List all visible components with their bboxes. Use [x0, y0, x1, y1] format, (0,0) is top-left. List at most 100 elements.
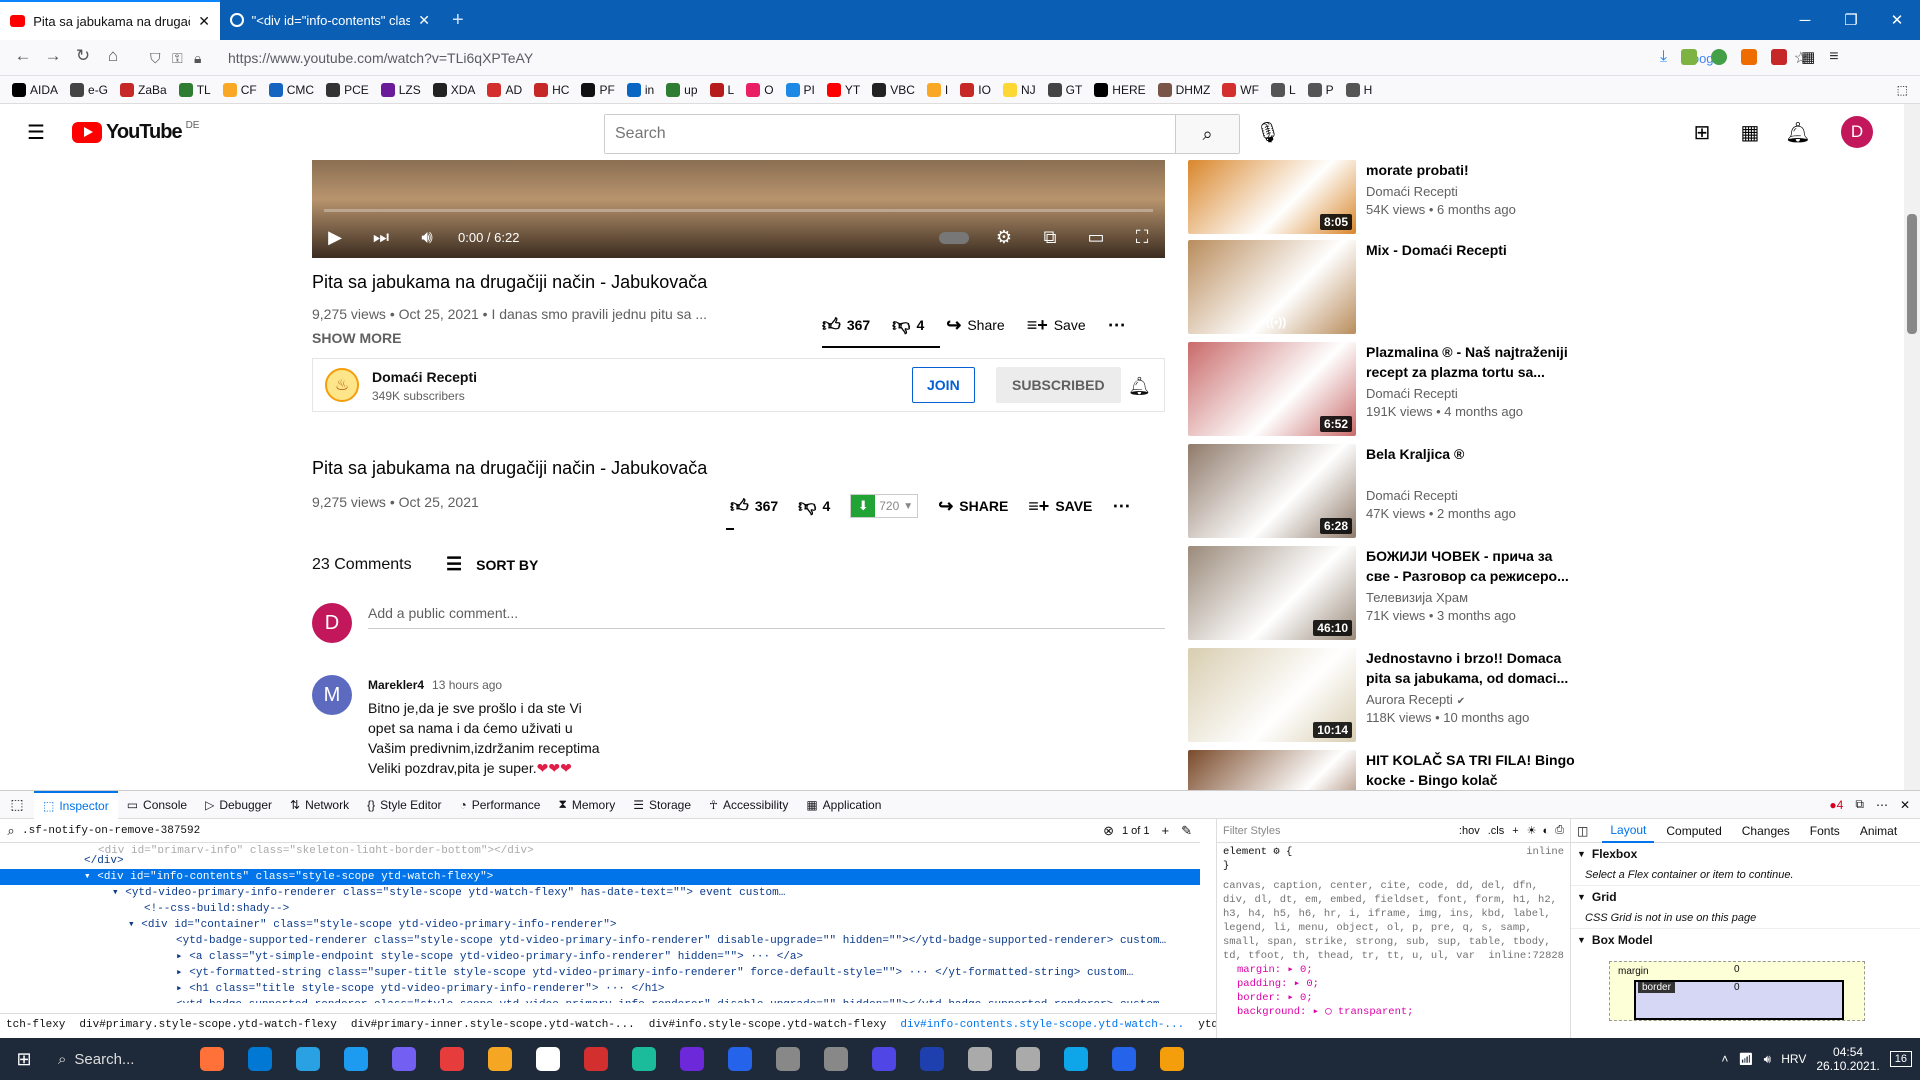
- bookmark-item[interactable]: PCE: [326, 82, 369, 97]
- recommended-title[interactable]: БОЖИЈИ ЧОВЕК - прича за све - Разговор с…: [1366, 546, 1576, 586]
- share-button[interactable]: ↪ Share: [946, 315, 1004, 336]
- markup-node[interactable]: <div id="primary-info" class="skeleton-l…: [0, 843, 1200, 853]
- bookmark-item[interactable]: AD: [487, 82, 522, 97]
- bookmark-item[interactable]: O: [746, 82, 774, 97]
- recommended-video[interactable]: 6:28 Bela Kraljica ® Domaći Recepti 47K vie…: [1188, 444, 1588, 538]
- recommended-channel[interactable]: Телевизија Храм: [1366, 590, 1468, 605]
- more-actions-icon[interactable]: ⋯: [1112, 496, 1130, 517]
- extension-icon[interactable]: [1741, 49, 1758, 65]
- devtools-tab[interactable]: ☰ Storage: [624, 791, 700, 819]
- layout-tab[interactable]: Fonts: [1802, 819, 1848, 843]
- bookmark-item[interactable]: up: [666, 82, 698, 97]
- channel-avatar[interactable]: ♨: [325, 368, 359, 402]
- close-tab-icon[interactable]: ✕: [198, 13, 210, 30]
- dislike-button[interactable]: 👎︎ 4: [892, 314, 924, 336]
- extensions-grid-icon[interactable]: ▦: [1801, 48, 1815, 66]
- devtools-tab[interactable]: ◔ Performance: [450, 791, 549, 819]
- recommended-video[interactable]: 10:14 Jednostavno i brzo!! Domaca pita sa…: [1188, 648, 1588, 742]
- recommended-title[interactable]: Bela Kraljica ®: [1366, 444, 1576, 464]
- next-icon[interactable]: ⏭︎: [358, 227, 404, 248]
- video-player[interactable]: ▶ ⏭︎ 🔊︎ 0:00 / 6:22 ⚙ ⧉ ▭ ⛶: [312, 160, 1165, 258]
- bookmark-item[interactable]: GT: [1047, 82, 1082, 97]
- windows-start-icon[interactable]: ⊞: [0, 1038, 48, 1080]
- rule-source[interactable]: inline:72828: [1488, 949, 1564, 963]
- breadcrumb-item[interactable]: tch-flexy: [6, 1017, 65, 1033]
- close-window-button[interactable]: ✕: [1874, 11, 1920, 29]
- bookmark-item[interactable]: in: [626, 82, 654, 97]
- bookmark-item[interactable]: CF: [222, 82, 257, 97]
- bookmark-item[interactable]: PI: [785, 82, 815, 97]
- layout-tab[interactable]: Computed: [1658, 819, 1729, 843]
- bookmark-item[interactable]: XDA: [432, 82, 475, 97]
- chevron-down-icon[interactable]: ▼: [903, 501, 917, 512]
- taskbar-app-icon[interactable]: [572, 1038, 620, 1080]
- breadcrumb-item[interactable]: div#info.style-scope.ytd-watch-flexy: [649, 1017, 887, 1033]
- taskbar-app-icon[interactable]: [716, 1038, 764, 1080]
- recommended-channel[interactable]: Domaći Recepti: [1366, 488, 1458, 503]
- url-bar[interactable]: ⛉ ⚿ 🔒︎ https://www.youtube.com/watch?v=T…: [150, 44, 1830, 72]
- network-icon[interactable]: 📶︎: [1738, 1052, 1753, 1066]
- markup-node[interactable]: <ytd-badge-supported-renderer class="sty…: [0, 997, 1200, 1003]
- bookmark-item[interactable]: DHMZ: [1157, 82, 1210, 97]
- like-button[interactable]: 👍︎ 367: [822, 314, 870, 336]
- bookmark-item[interactable]: CMC: [268, 82, 314, 97]
- share-button[interactable]: ↪ SHARE: [938, 496, 1008, 517]
- volume-icon[interactable]: 🔊︎: [1764, 1052, 1772, 1067]
- channel-name[interactable]: Domaći Recepti: [372, 369, 477, 385]
- dislike-button[interactable]: 👎︎ 4: [798, 495, 830, 517]
- bookmark-item[interactable]: TL: [178, 82, 211, 97]
- bookmark-item[interactable]: WF: [1222, 82, 1259, 97]
- youtube-logo[interactable]: YouTube DE: [72, 120, 199, 144]
- search-input[interactable]: [605, 115, 1175, 153]
- devtools-tab[interactable]: {} Style Editor: [358, 791, 450, 819]
- create-video-icon[interactable]: ⊞: [1682, 120, 1722, 145]
- grid-section[interactable]: ▼ Grid: [1571, 886, 1920, 908]
- theater-mode-icon[interactable]: ▭: [1073, 227, 1119, 248]
- restore-button[interactable]: ❐: [1828, 11, 1874, 29]
- volume-icon[interactable]: 🔊︎: [404, 227, 450, 248]
- breadcrumb-item[interactable]: div#primary.style-scope.ytd-watch-flexy: [79, 1017, 336, 1033]
- eyedropper-icon[interactable]: ✎: [1181, 823, 1192, 839]
- progress-bar[interactable]: [324, 209, 1153, 212]
- taskbar-app-icon[interactable]: [284, 1038, 332, 1080]
- video-thumbnail[interactable]: 6:52: [1188, 342, 1356, 436]
- taskbar-app-icon[interactable]: [236, 1038, 284, 1080]
- video-thumbnail[interactable]: 6:28: [1188, 444, 1356, 538]
- rule-prop[interactable]: background: ▸ ◯ transparent;: [1237, 1005, 1564, 1019]
- dark-theme-icon[interactable]: ◐: [1543, 825, 1550, 837]
- recommended-title[interactable]: Plazmalina ® - Naš najtraženiji recept z…: [1366, 342, 1576, 382]
- markup-node[interactable]: ▸ <a class="yt-simple-endpoint style-sco…: [0, 949, 1200, 965]
- more-options-icon[interactable]: ⋯: [1876, 798, 1888, 812]
- taskbar-app-icon[interactable]: [668, 1038, 716, 1080]
- quality-select[interactable]: 720: [875, 499, 903, 513]
- home-icon[interactable]: ⌂: [98, 46, 128, 66]
- breadcrumb-item[interactable]: div#primary-inner.style-scope.ytd-watch-…: [351, 1017, 635, 1033]
- account-avatar[interactable]: D: [1841, 116, 1873, 148]
- join-button[interactable]: JOIN: [912, 367, 975, 403]
- taskbar-app-icon[interactable]: [1148, 1038, 1196, 1080]
- taskbar-app-icon[interactable]: [524, 1038, 572, 1080]
- taskbar-app-icon[interactable]: [956, 1038, 1004, 1080]
- video-thumbnail[interactable]: 8:05: [1188, 160, 1356, 234]
- settings-gear-icon[interactable]: ⚙: [981, 227, 1027, 248]
- clock[interactable]: 04:54 26.10.2021.: [1816, 1045, 1879, 1073]
- layout-tab[interactable]: Layout: [1602, 819, 1655, 843]
- new-tab-button[interactable]: +: [452, 9, 464, 32]
- fullscreen-icon[interactable]: ⛶: [1119, 227, 1165, 248]
- comment-author[interactable]: Marekler4: [368, 678, 424, 692]
- tab-google[interactable]: "<div id="info-contents" class= ✕: [220, 0, 440, 40]
- rule-prop[interactable]: margin: ▸ 0;: [1237, 963, 1564, 977]
- layout-tab[interactable]: Changes: [1734, 819, 1798, 843]
- add-comment-input[interactable]: Add a public comment...: [368, 605, 1165, 629]
- taskbar-search[interactable]: ⌕ Search...: [48, 1038, 188, 1080]
- bookmark-item[interactable]: LZS: [380, 82, 421, 97]
- page-scrollbar[interactable]: [1904, 104, 1920, 790]
- bookmark-item[interactable]: HC: [534, 82, 569, 97]
- shield-icon[interactable]: ⛉: [150, 50, 172, 67]
- download-arrow-icon[interactable]: ⬇: [851, 495, 876, 517]
- recommended-title[interactable]: Mix - Domaći Recepti: [1366, 240, 1576, 260]
- bookmark-item[interactable]: H: [1345, 82, 1372, 97]
- margin-top-value[interactable]: 0: [1734, 964, 1740, 975]
- devtools-tab[interactable]: ⬚ Inspector: [34, 790, 118, 819]
- markup-node[interactable]: ▸ <yt-formatted-string class="super-titl…: [0, 965, 1200, 981]
